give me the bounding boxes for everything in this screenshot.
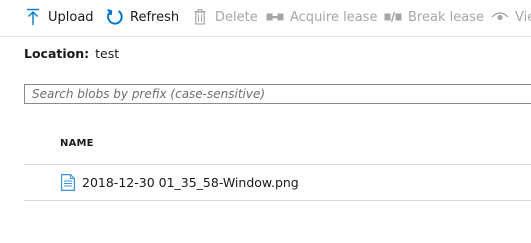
search-input[interactable] xyxy=(24,84,531,104)
toolbar: Upload Refresh Delete Acquire lease Brea… xyxy=(0,0,531,37)
refresh-icon xyxy=(106,8,124,26)
location-value: test xyxy=(95,46,120,61)
refresh-button[interactable]: Refresh xyxy=(106,6,179,28)
location: Location: test xyxy=(24,46,119,61)
column-header-name[interactable]: NAME xyxy=(60,138,94,149)
break-lease-label: Break lease xyxy=(408,9,484,25)
refresh-label: Refresh xyxy=(130,9,180,25)
trash-icon xyxy=(191,8,209,26)
acquire-lease-label: Acquire lease xyxy=(290,9,378,25)
upload-label: Upload xyxy=(48,9,94,25)
eye-icon xyxy=(491,8,509,26)
file-icon xyxy=(61,174,75,191)
break-lease-button[interactable]: Break lease xyxy=(384,6,484,28)
link-icon xyxy=(266,8,284,26)
acquire-lease-button[interactable]: Acquire lease xyxy=(266,6,377,28)
location-label: Location: xyxy=(24,46,90,61)
upload-button[interactable]: Upload xyxy=(24,6,94,28)
view-label: View xyxy=(515,9,531,25)
table-row[interactable]: 2018-12-30 01_35_58-Window.png xyxy=(24,165,531,201)
file-name[interactable]: 2018-12-30 01_35_58-Window.png xyxy=(82,175,299,190)
delete-label: Delete xyxy=(215,9,258,25)
view-button[interactable]: View xyxy=(491,6,531,28)
blob-browser: Upload Refresh Delete Acquire lease Brea… xyxy=(0,0,531,243)
broken-link-icon xyxy=(384,8,402,26)
delete-button[interactable]: Delete xyxy=(191,6,258,28)
upload-icon xyxy=(24,8,42,26)
